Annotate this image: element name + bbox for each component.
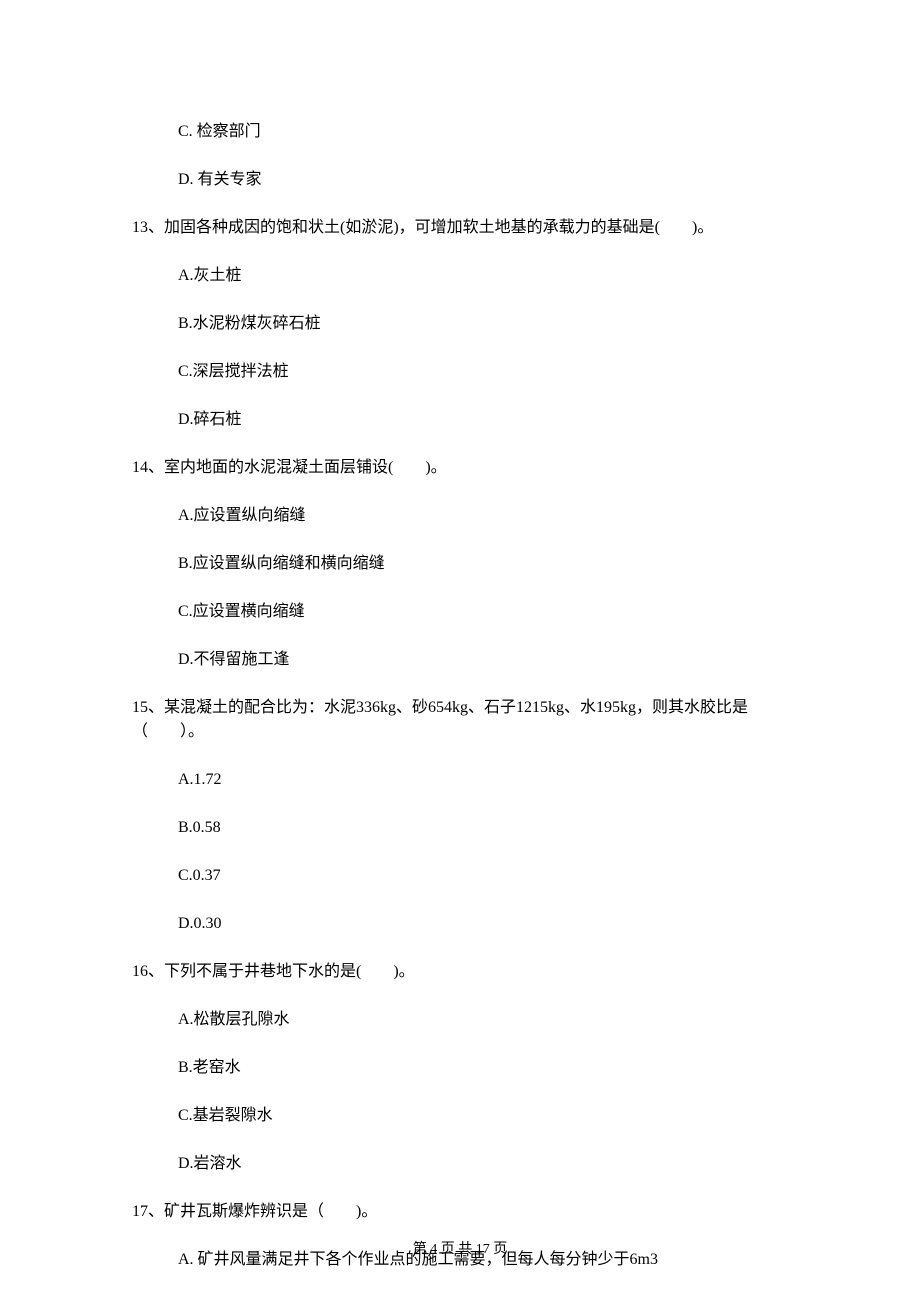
question-17: 17、矿井瓦斯爆炸辨识是（ )。: [132, 1200, 790, 1224]
q13-option-d: D.碎石桩: [132, 408, 790, 432]
option-text: A.1.72: [178, 771, 222, 788]
option-text: D.碎石桩: [178, 411, 242, 428]
option-text: B.0.58: [178, 819, 221, 836]
question-text: 13、加固各种成因的饱和状土(如淤泥)，可增加软土地基的承载力的基础是( )。: [132, 219, 713, 236]
option-text: D.不得留施工逢: [178, 651, 290, 668]
prev-option-d: D. 有关专家: [132, 168, 790, 192]
question-14: 14、室内地面的水泥混凝土面层铺设( )。: [132, 456, 790, 480]
page-footer: 第 4 页 共 17 页: [0, 1239, 920, 1260]
option-text: B.水泥粉煤灰碎石桩: [178, 315, 321, 332]
option-text: C. 检察部门: [178, 123, 261, 140]
q14-option-c: C.应设置横向缩缝: [132, 600, 790, 624]
q16-option-d: D.岩溶水: [132, 1152, 790, 1176]
question-text: 16、下列不属于井巷地下水的是( )。: [132, 963, 415, 980]
q14-option-b: B.应设置纵向缩缝和横向缩缝: [132, 552, 790, 576]
option-text: A.松散层孔隙水: [178, 1011, 290, 1028]
q13-option-b: B.水泥粉煤灰碎石桩: [132, 312, 790, 336]
option-text: A.灰土桩: [178, 267, 242, 284]
q14-option-a: A.应设置纵向缩缝: [132, 504, 790, 528]
q16-option-a: A.松散层孔隙水: [132, 1008, 790, 1032]
option-text: D. 有关专家: [178, 171, 262, 188]
q15-option-a: A.1.72: [132, 768, 790, 792]
q15-option-b: B.0.58: [132, 816, 790, 840]
question-text: 15、某混凝土的配合比为：水泥336kg、砂654kg、石子1215kg、水19…: [132, 699, 748, 740]
page-number: 第 4 页 共 17 页: [413, 1242, 508, 1257]
option-text: D.岩溶水: [178, 1155, 242, 1172]
question-13: 13、加固各种成因的饱和状土(如淤泥)，可增加软土地基的承载力的基础是( )。: [132, 216, 790, 240]
q13-option-c: C.深层搅拌法桩: [132, 360, 790, 384]
q16-option-b: B.老窑水: [132, 1056, 790, 1080]
question-text: 17、矿井瓦斯爆炸辨识是（ )。: [132, 1203, 377, 1220]
q13-option-a: A.灰土桩: [132, 264, 790, 288]
q15-option-d: D.0.30: [132, 912, 790, 936]
option-text: A.应设置纵向缩缝: [178, 507, 306, 524]
option-text: C.0.37: [178, 867, 221, 884]
question-16: 16、下列不属于井巷地下水的是( )。: [132, 960, 790, 984]
option-text: D.0.30: [178, 915, 222, 932]
prev-option-c: C. 检察部门: [132, 120, 790, 144]
option-text: C.基岩裂隙水: [178, 1107, 273, 1124]
q16-option-c: C.基岩裂隙水: [132, 1104, 790, 1128]
question-text: 14、室内地面的水泥混凝土面层铺设( )。: [132, 459, 447, 476]
question-15: 15、某混凝土的配合比为：水泥336kg、砂654kg、石子1215kg、水19…: [132, 696, 790, 744]
option-text: B.老窑水: [178, 1059, 241, 1076]
q15-option-c: C.0.37: [132, 864, 790, 888]
option-text: C.深层搅拌法桩: [178, 363, 289, 380]
option-text: C.应设置横向缩缝: [178, 603, 305, 620]
option-text: B.应设置纵向缩缝和横向缩缝: [178, 555, 385, 572]
q14-option-d: D.不得留施工逢: [132, 648, 790, 672]
